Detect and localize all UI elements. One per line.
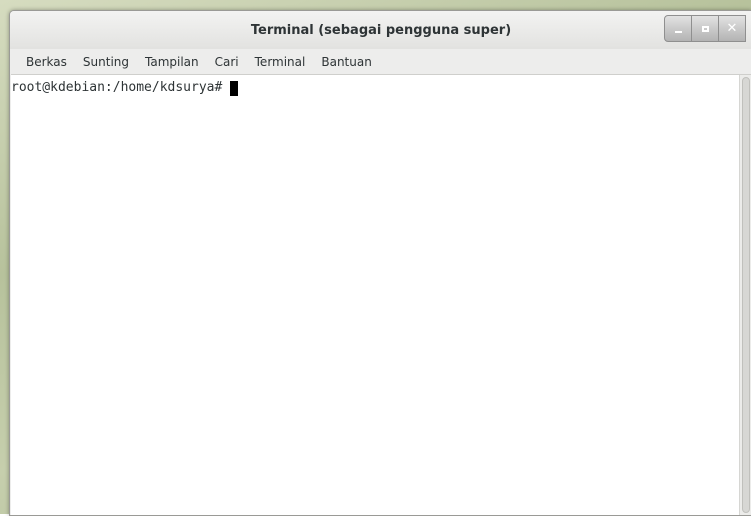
menu-cari[interactable]: Cari: [207, 50, 247, 74]
window-title: Terminal (sebagai pengguna super): [250, 23, 512, 38]
terminal-content: root@kdebian:/home/kdsurya#: [11, 74, 751, 515]
minimize-button[interactable]: [664, 15, 692, 42]
desktop-background: Terminal (sebagai pengguna super) ✕ Berk…: [0, 0, 751, 516]
maximize-button[interactable]: [691, 15, 719, 42]
maximize-icon: [701, 25, 709, 32]
menu-bar: Berkas Sunting Tampilan Cari Terminal Ba…: [10, 49, 751, 74]
menu-bantuan[interactable]: Bantuan: [313, 50, 379, 74]
close-icon: ✕: [726, 21, 738, 36]
minimize-icon: [674, 31, 682, 33]
menu-terminal[interactable]: Terminal: [247, 50, 314, 74]
terminal-window: Terminal (sebagai pengguna super) ✕ Berk…: [9, 10, 751, 516]
window-controls: ✕: [664, 15, 746, 42]
menu-tampilan[interactable]: Tampilan: [137, 50, 207, 74]
scrollbar-thumb[interactable]: [742, 77, 750, 513]
prompt-line: root@kdebian:/home/kdsurya#: [11, 79, 738, 97]
close-button[interactable]: ✕: [718, 15, 746, 42]
vertical-scrollbar[interactable]: [739, 75, 751, 515]
terminal-text-area[interactable]: root@kdebian:/home/kdsurya#: [11, 75, 738, 515]
menu-sunting[interactable]: Sunting: [75, 50, 137, 74]
menu-berkas[interactable]: Berkas: [18, 50, 75, 74]
title-bar[interactable]: Terminal (sebagai pengguna super) ✕: [10, 11, 751, 49]
text-cursor: [230, 80, 239, 96]
shell-prompt: root@kdebian:/home/kdsurya#: [11, 80, 223, 95]
